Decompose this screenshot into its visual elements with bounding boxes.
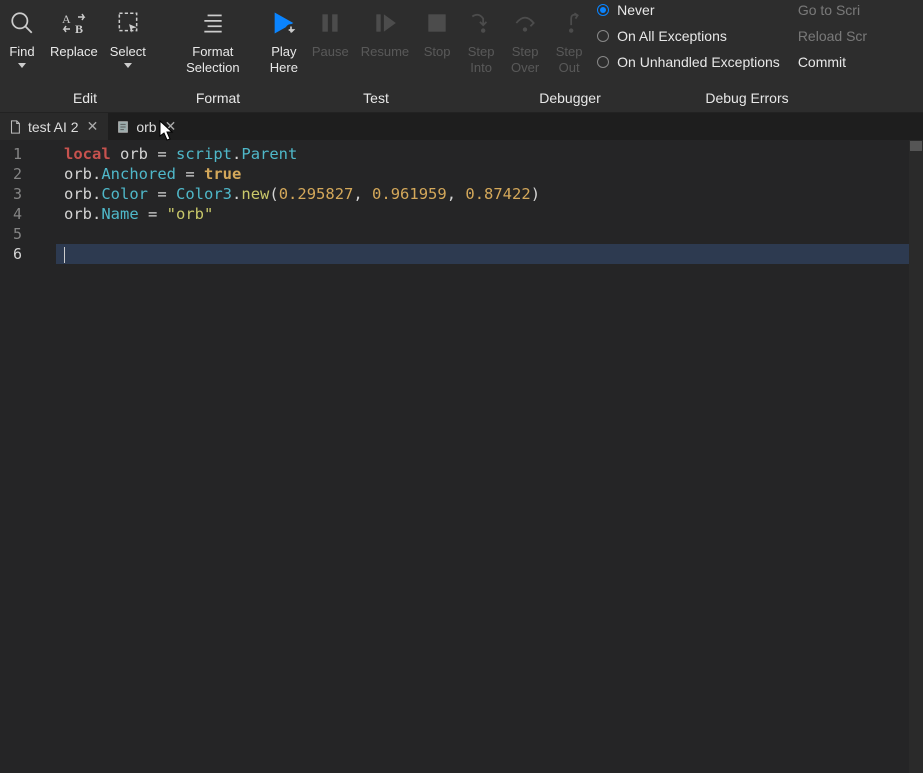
play-here-label: Play Here: [270, 44, 298, 77]
line-number: 5: [0, 224, 22, 244]
group-format-label: Format: [170, 90, 266, 112]
radio-never[interactable]: Never: [597, 2, 780, 18]
radio-icon: [597, 30, 609, 42]
step-into-button: Step Into: [459, 2, 503, 77]
search-icon: [9, 4, 35, 42]
radio-never-label: Never: [617, 2, 654, 18]
line-number: 3: [0, 184, 22, 204]
dropdown-caret-icon: [124, 63, 132, 68]
radio-on-unhandled-label: On Unhandled Exceptions: [617, 54, 780, 70]
replace-icon: A B: [60, 4, 88, 42]
line-number: 2: [0, 164, 22, 184]
step-out-button: Step Out: [547, 2, 591, 77]
code-line[interactable]: orb.Name = "orb": [56, 204, 923, 224]
radio-on-all-exceptions[interactable]: On All Exceptions: [597, 28, 780, 44]
step-out-icon: [556, 4, 582, 42]
step-over-icon: [512, 4, 538, 42]
radio-on-all-label: On All Exceptions: [617, 28, 727, 44]
script-file-icon: [116, 120, 130, 134]
group-edit-label: Edit: [0, 90, 170, 112]
group-debug-errors-label: Debug Errors: [654, 90, 840, 112]
format-selection-button[interactable]: Format Selection: [178, 2, 248, 77]
tab-label: test AI 2: [28, 119, 79, 135]
stop-icon: [424, 4, 450, 42]
ribbon-right-actions: Go to Scri Reload Scr Commit: [790, 2, 871, 70]
code-editor[interactable]: 123456 local orb = script.Parentorb.Anch…: [0, 140, 923, 773]
stop-button: Stop: [415, 2, 459, 60]
stop-label: Stop: [424, 44, 451, 60]
pause-icon: [317, 4, 343, 42]
line-number: 4: [0, 204, 22, 224]
ribbon-group-labels: Edit Format Test Debugger Debug Errors: [0, 90, 923, 112]
commit-button[interactable]: Commit: [798, 54, 867, 70]
code-area[interactable]: local orb = script.Parentorb.Anchored = …: [56, 140, 923, 773]
group-test-label: Test: [266, 90, 486, 112]
find-button[interactable]: Find: [0, 2, 44, 68]
dropdown-caret-icon: [18, 63, 26, 68]
script-file-icon: [8, 120, 22, 134]
reload-script-button: Reload Scr: [798, 28, 867, 44]
svg-text:A: A: [62, 12, 71, 26]
pause-label: Pause: [312, 44, 349, 60]
tab-orb[interactable]: orb ✕: [108, 113, 186, 140]
code-line[interactable]: orb.Anchored = true: [56, 164, 923, 184]
code-line[interactable]: [56, 224, 923, 244]
close-icon[interactable]: ✕: [163, 118, 179, 135]
line-number: 1: [0, 144, 22, 164]
pause-button: Pause: [306, 2, 355, 60]
select-label: Select: [110, 44, 146, 60]
select-icon: [115, 4, 141, 42]
resume-icon: [372, 4, 398, 42]
code-line[interactable]: orb.Color = Color3.new(0.295827, 0.96195…: [56, 184, 923, 204]
step-over-button: Step Over: [503, 2, 547, 77]
ribbon-toolbar: Find A B Replace Select: [0, 0, 923, 90]
format-selection-label: Format Selection: [186, 44, 239, 77]
radio-icon: [597, 4, 609, 16]
select-button[interactable]: Select: [104, 2, 152, 68]
format-icon: [199, 4, 227, 42]
step-out-label: Step Out: [556, 44, 583, 77]
code-line[interactable]: local orb = script.Parent: [56, 144, 923, 164]
step-into-icon: [468, 4, 494, 42]
go-to-script-button: Go to Scri: [798, 2, 867, 18]
play-icon: [269, 4, 299, 42]
radio-on-unhandled-exceptions[interactable]: On Unhandled Exceptions: [597, 54, 780, 70]
tab-test-ai-2[interactable]: test AI 2 ✕: [0, 113, 108, 140]
line-number: 6: [0, 244, 22, 264]
scrollbar-track[interactable]: [909, 140, 923, 773]
editor-tab-bar: test AI 2 ✕ orb ✕: [0, 112, 923, 140]
replace-label: Replace: [50, 44, 98, 60]
play-here-button[interactable]: Play Here: [262, 2, 306, 77]
resume-button: Resume: [355, 2, 415, 60]
resume-label: Resume: [361, 44, 409, 60]
scrollbar-thumb[interactable]: [910, 141, 922, 151]
line-number-gutter: 123456: [0, 140, 56, 773]
step-into-label: Step Into: [468, 44, 495, 77]
group-debugger-label: Debugger: [486, 90, 654, 112]
radio-icon: [597, 56, 609, 68]
find-label: Find: [9, 44, 34, 60]
debug-errors-group: Never On All Exceptions On Unhandled Exc…: [591, 2, 790, 70]
replace-button[interactable]: A B Replace: [44, 2, 104, 60]
step-over-label: Step Over: [511, 44, 539, 77]
code-line[interactable]: [56, 244, 923, 264]
close-icon[interactable]: ✕: [85, 118, 101, 135]
svg-text:B: B: [75, 22, 83, 36]
tab-label: orb: [136, 119, 156, 135]
